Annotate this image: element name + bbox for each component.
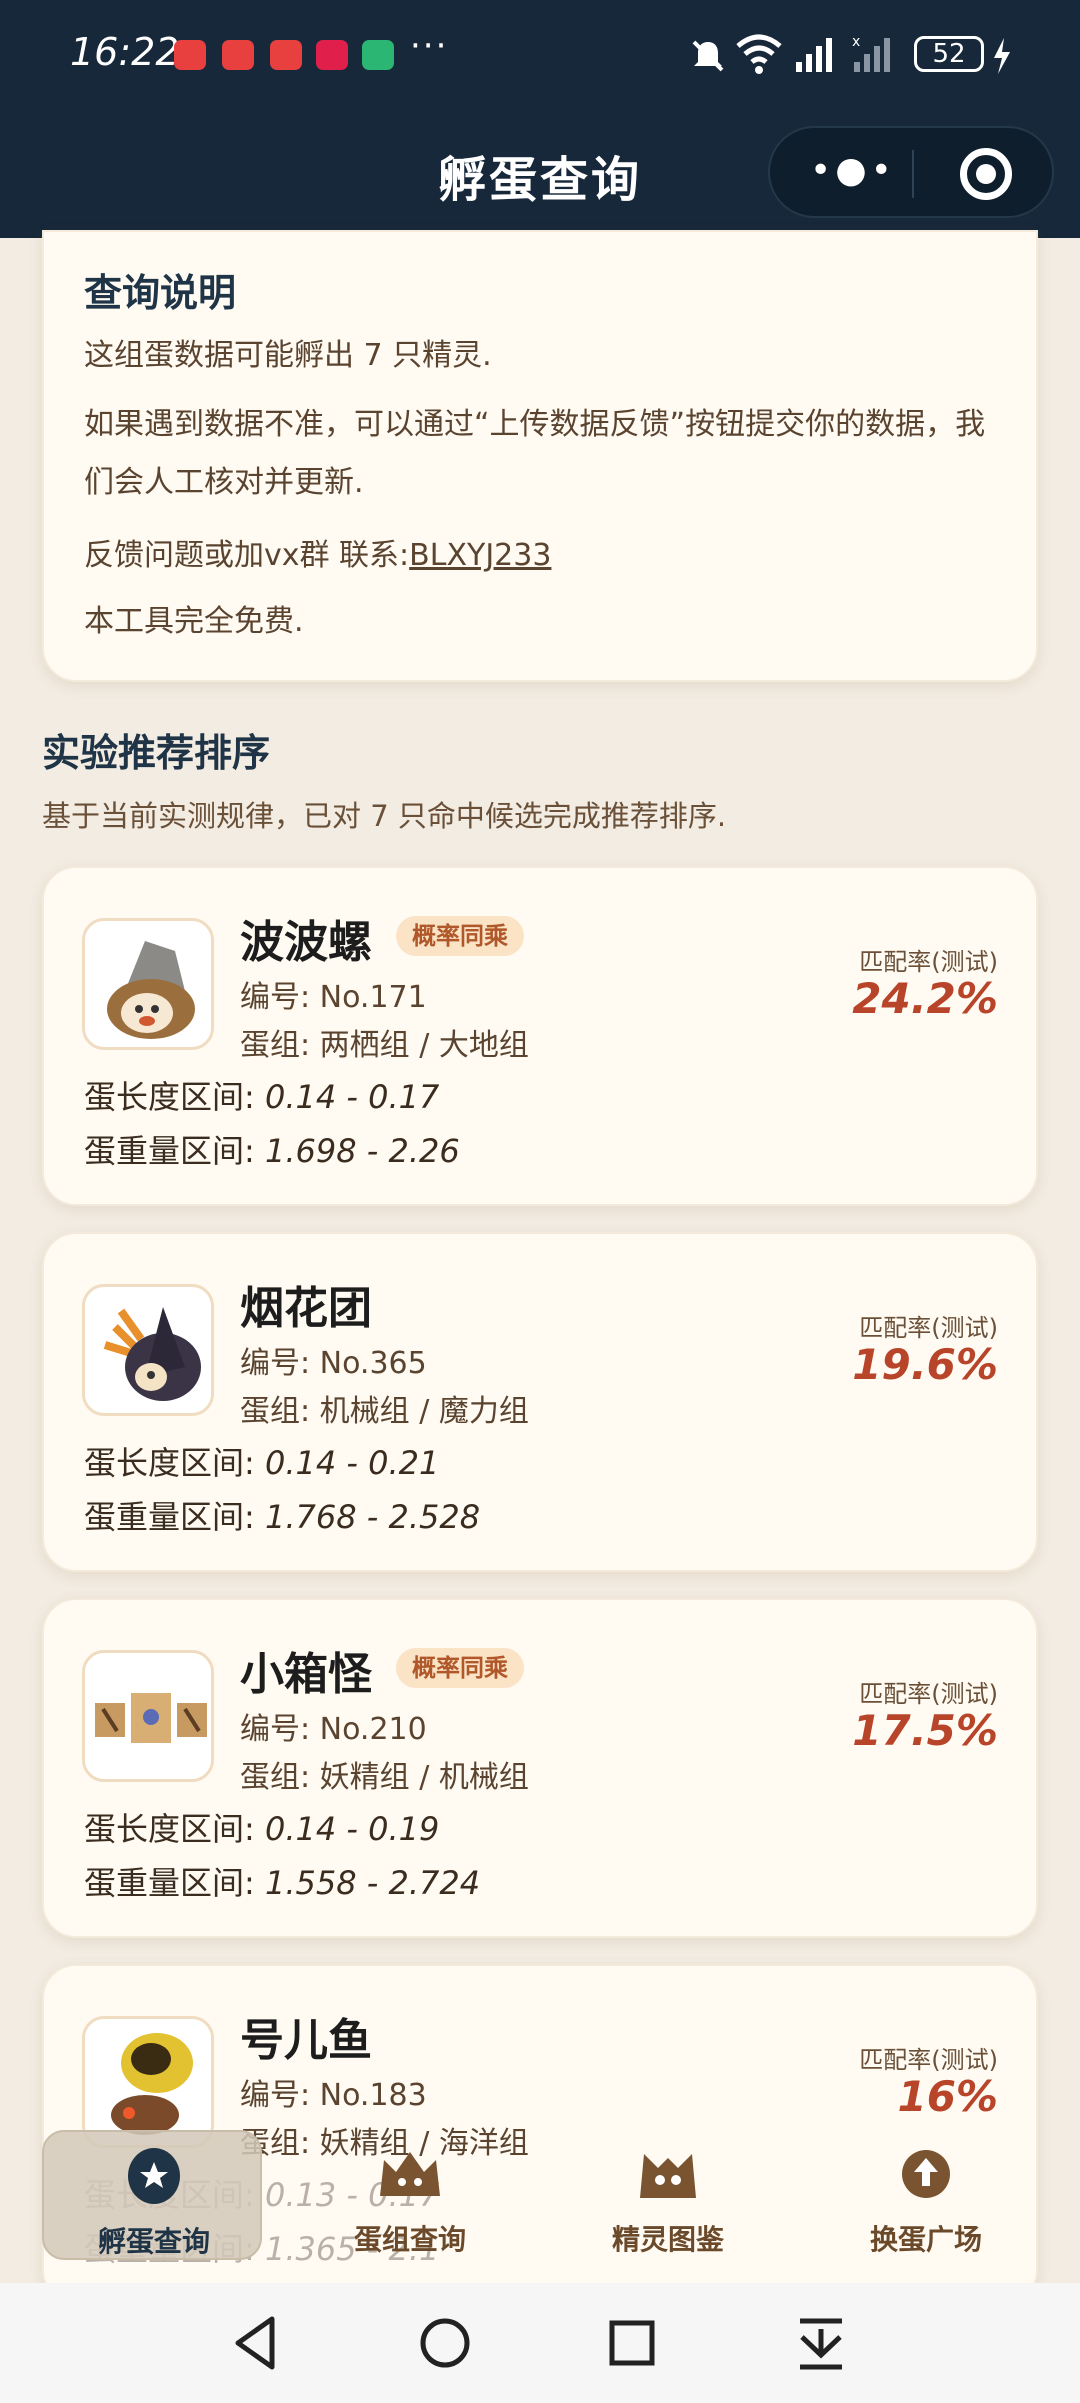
horn-fish-monster-icon [111,2033,193,2135]
drawer-down-icon[interactable] [786,2311,856,2375]
monster-number: 编号: No.171 [240,980,427,1015]
more-dots-icon[interactable]: •●• [810,150,896,191]
match-rate-value: 17.5% [852,1706,998,1755]
system-navigation-bar [0,2283,1080,2403]
app-notification-icon [270,40,302,70]
monster-card[interactable]: 小箱怪 概率同乘 编号: No.210 蛋组: 妖精组 / 机械组 蛋长度区间:… [42,1598,1038,1938]
charging-icon [994,38,1010,74]
miniprogram-capsule: •●• [768,126,1054,218]
probability-badge: 概率同乘 [396,1648,524,1688]
monster-name: 小箱怪 [240,1649,372,1700]
monster-avatar [82,918,214,1050]
notes-title: 查询说明 [84,271,237,315]
capsule-divider [912,150,914,198]
section-title: 实验推荐排序 [42,731,271,775]
monster-number: 编号: No.365 [240,1346,427,1381]
monster-egg-groups: 蛋组: 机械组 / 魔力组 [240,1394,529,1429]
status-time: 16:22 [70,30,180,74]
battery-indicator: 52 [914,36,984,72]
signal-weak-icon: x [852,34,890,72]
query-notes-card: 查询说明 这组蛋数据可能孵出 7 只精灵. 如果遇到数据不准，可以通过“上传数据… [42,230,1038,682]
match-rate-label: 匹配率(测试) [859,2046,998,2074]
tab-label: 换蛋广场 [869,2223,982,2256]
egg-weight-range: 蛋重量区间: 1.558 - 2.724 [84,1864,481,1902]
tab-exchange-plaza[interactable]: 换蛋广场 [816,2130,1036,2260]
wifi-icon [736,34,782,74]
app-notification-icon [174,40,206,70]
match-rate-label: 匹配率(测试) [859,1680,998,1708]
match-rate-value: 16% [897,2072,998,2121]
wechat-notification-icon [362,40,394,70]
notes-line-free: 本工具完全免费. [84,604,304,639]
notes-line-hatch-count: 这组蛋数据可能孵出 7 只精灵. [84,338,492,373]
contact-prefix: 反馈问题或加vx群 联系: [84,538,410,573]
egg-weight-range: 蛋重量区间: 1.698 - 2.26 [84,1132,460,1170]
home-icon[interactable] [410,2311,480,2375]
egg-length-range: 蛋长度区间: 0.14 - 0.17 [84,1078,440,1116]
snail-monster-icon [107,941,195,1039]
tab-label: 蛋组查询 [353,2223,466,2256]
egg-star-icon [128,2148,180,2204]
notes-line-feedback: 如果遇到数据不准，可以通过“上传数据反馈”按钮提交你的数据，我们会人工核对并更新… [84,407,986,500]
tab-label: 孵蛋查询 [97,2225,210,2258]
match-rate-value: 24.2% [852,974,998,1023]
monster-name: 波波螺 [240,917,372,968]
tab-monster-book[interactable]: 精灵图鉴 [558,2130,778,2260]
monster-card[interactable]: 烟花团 编号: No.365 蛋组: 机械组 / 魔力组 蛋长度区间: 0.14… [42,1232,1038,1572]
contact-id-link[interactable]: BLXYJ233 [409,538,551,573]
top-bar: 16:22 ··· x 52 孵蛋查询 •●• [0,0,1080,238]
monster-egg-groups: 蛋组: 妖精组 / 机械组 [240,1760,529,1795]
egg-length-range: 蛋长度区间: 0.14 - 0.19 [84,1810,440,1848]
firework-monster-icon [103,1307,201,1401]
target-icon[interactable] [960,148,1012,200]
tab-egg-group-query[interactable]: 蛋组查询 [300,2130,520,2260]
monster-name: 号儿鱼 [240,2015,372,2066]
recents-icon[interactable] [598,2311,668,2375]
match-rate-value: 19.6% [852,1340,998,1389]
egg-length-range: 蛋长度区间: 0.14 - 0.21 [84,1444,440,1482]
section-subtitle: 基于当前实测规律，已对 7 只命中候选完成推荐排序. [42,799,727,833]
monster-card[interactable]: 波波螺 概率同乘 编号: No.171 蛋组: 两栖组 / 大地组 蛋长度区间:… [42,866,1038,1206]
creature-group-icon [380,2152,440,2196]
monster-egg-groups: 蛋组: 两栖组 / 大地组 [240,1028,529,1063]
shopping-notification-icon [316,40,348,70]
monster-avatar [82,1650,214,1782]
app-notification-icon [222,40,254,70]
match-rate-label: 匹配率(测试) [859,1314,998,1342]
svg-text:x: x [852,34,860,50]
signal-icon [796,38,832,72]
bottom-tab-bar: 孵蛋查询 蛋组查询 精灵图鉴 换蛋广场 [0,2130,1080,2280]
match-rate-label: 匹配率(测试) [859,948,998,976]
monster-avatar [82,1284,214,1416]
status-bar: 16:22 ··· x 52 [0,0,1080,112]
tab-label: 精灵图鉴 [611,2223,724,2256]
monster-name: 烟花团 [240,1283,372,1334]
tab-hatch-query[interactable]: 孵蛋查询 [42,2130,262,2260]
more-notifications-icon: ··· [410,26,449,66]
monster-book-icon [640,2154,696,2198]
monster-avatar [82,2016,214,2148]
notes-line-contact: 反馈问题或加vx群 联系:BLXYJ233 [84,528,1014,584]
monster-number: 编号: No.183 [240,2078,427,2113]
monster-number: 编号: No.210 [240,1712,427,1747]
egg-weight-range: 蛋重量区间: 1.768 - 2.528 [84,1498,481,1536]
box-monster-icon [95,1693,207,1743]
mute-bell-icon [692,40,724,72]
back-icon[interactable] [222,2311,292,2375]
probability-badge: 概率同乘 [396,916,524,956]
exchange-icon [902,2150,950,2198]
